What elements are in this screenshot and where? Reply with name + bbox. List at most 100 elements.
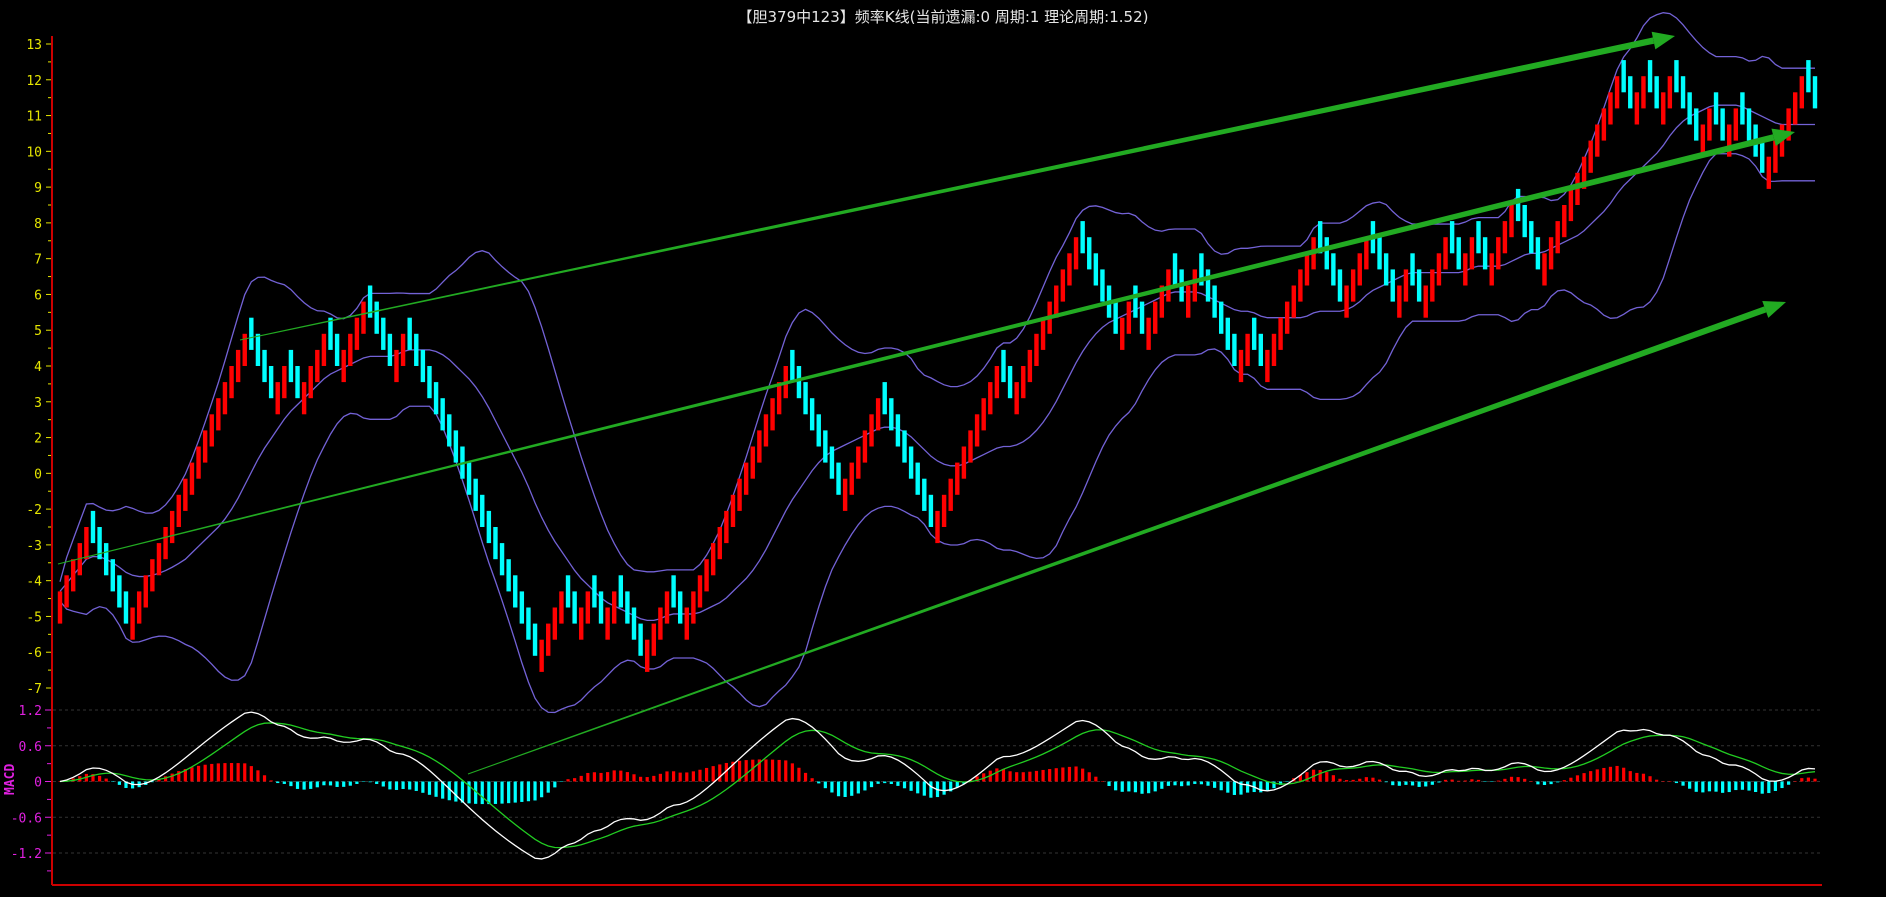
macd-positive-bar: [1509, 776, 1514, 782]
up-candle: [1278, 317, 1283, 350]
up-candle: [196, 446, 201, 479]
macd-negative-bar: [1767, 781, 1771, 794]
macd-positive-bar: [718, 764, 722, 782]
macd-negative-bar: [1754, 781, 1758, 793]
down-candle: [1674, 60, 1679, 93]
up-candle: [1304, 253, 1310, 286]
macd-positive-bar: [784, 760, 788, 782]
up-candle: [216, 398, 221, 431]
up-candle: [1186, 285, 1191, 318]
frequency-k-line-chart: 13 12 11 10 9 8 7 6 5 4 3 2 0 -2 -3 -4 -5 -6 -7 1.2 0.6 0 -0.…: [3, 12, 1822, 886]
up-candle: [988, 382, 993, 415]
up-candle: [1192, 269, 1198, 302]
macd-positive-bar: [671, 771, 676, 782]
down-candle: [908, 446, 914, 479]
macd-positive-bar: [1001, 768, 1006, 782]
macd-positive-bar: [229, 763, 234, 782]
macd-positive-bar: [269, 780, 273, 782]
up-candle: [1608, 92, 1613, 125]
macd-positive-bar: [256, 770, 260, 782]
macd-negative-bar: [546, 781, 550, 793]
y-tick-label: 6: [34, 288, 42, 303]
up-candle: [1271, 333, 1277, 366]
up-candle: [321, 333, 327, 366]
macd-positive-bar: [1529, 781, 1533, 782]
up-candle: [64, 575, 69, 608]
macd-negative-bar: [1186, 781, 1190, 786]
down-candle: [334, 333, 340, 366]
macd-tick-label: -0.6: [11, 811, 42, 826]
down-candle: [1139, 301, 1145, 334]
down-candle: [90, 510, 96, 544]
up-candle: [559, 591, 564, 624]
down-candle: [836, 462, 841, 495]
down-candle: [1232, 333, 1237, 366]
macd-positive-bar: [1523, 778, 1527, 782]
up-candle: [176, 494, 181, 527]
macd-positive-bar: [639, 776, 643, 782]
macd-negative-bar: [414, 781, 418, 791]
down-candle: [255, 333, 261, 366]
macd-positive-bar: [262, 775, 267, 782]
up-candle: [684, 607, 689, 640]
up-candle: [1799, 76, 1805, 109]
down-candle: [1806, 60, 1811, 93]
macd-positive-bar: [1443, 779, 1448, 782]
up-candle: [1344, 285, 1349, 318]
up-candle: [875, 398, 881, 431]
down-candle: [1100, 269, 1105, 302]
macd-negative-bar: [1549, 781, 1553, 785]
macd-negative-bar: [909, 781, 913, 791]
macd-negative-bar: [401, 781, 405, 790]
macd-positive-bar: [1100, 781, 1105, 782]
down-candle: [1740, 92, 1745, 125]
macd-negative-bar: [375, 781, 379, 784]
macd-positive-bar: [1371, 777, 1375, 782]
macd-positive-bar: [678, 772, 682, 782]
macd-positive-bar: [1793, 781, 1797, 782]
macd-negative-bar: [302, 781, 306, 790]
macd-negative-bar: [916, 781, 920, 794]
up-candle: [275, 382, 280, 415]
macd-negative-bar: [1140, 781, 1144, 794]
macd-negative-bar: [1727, 781, 1731, 793]
macd-positive-bar: [1344, 780, 1349, 782]
y-tick-label: -5: [26, 610, 42, 625]
down-candle: [889, 398, 894, 431]
macd-negative-bar: [1213, 781, 1217, 788]
macd-positive-bar: [1015, 772, 1019, 782]
macd-negative-bar: [830, 781, 834, 793]
macd-negative-bar: [1681, 781, 1685, 786]
up-candle: [156, 543, 162, 576]
macd-negative-bar: [896, 781, 900, 786]
up-candle: [1509, 205, 1514, 238]
macd-positive-bar: [1496, 780, 1500, 782]
up-candle: [849, 462, 854, 495]
macd-negative-bar: [1120, 781, 1124, 792]
macd-positive-bar: [566, 779, 570, 782]
down-candle: [466, 462, 472, 495]
macd-negative-bar: [421, 781, 425, 793]
down-candle: [829, 446, 835, 479]
macd-negative-bar: [876, 781, 880, 784]
macd-negative-bar: [1787, 781, 1791, 785]
macd-negative-bar: [328, 781, 333, 786]
down-candle: [677, 591, 683, 624]
macd-positive-bar: [586, 772, 590, 782]
macd-positive-bar: [1503, 778, 1507, 782]
y-tick-label: -6: [26, 646, 42, 661]
macd-negative-bar: [520, 781, 524, 802]
macd-negative-bar: [276, 781, 280, 784]
up-candle: [1126, 301, 1132, 334]
up-candle: [697, 575, 703, 608]
macd-positive-bar: [1562, 780, 1566, 782]
up-candle: [348, 333, 353, 366]
macd-negative-bar: [487, 781, 491, 805]
down-candle: [1410, 253, 1415, 286]
macd-negative-bar: [533, 781, 537, 801]
down-candle: [1390, 269, 1395, 302]
macd-positive-bar: [1476, 779, 1481, 782]
down-candle: [1654, 76, 1659, 109]
up-candle: [1291, 285, 1296, 318]
up-candle: [282, 366, 287, 399]
